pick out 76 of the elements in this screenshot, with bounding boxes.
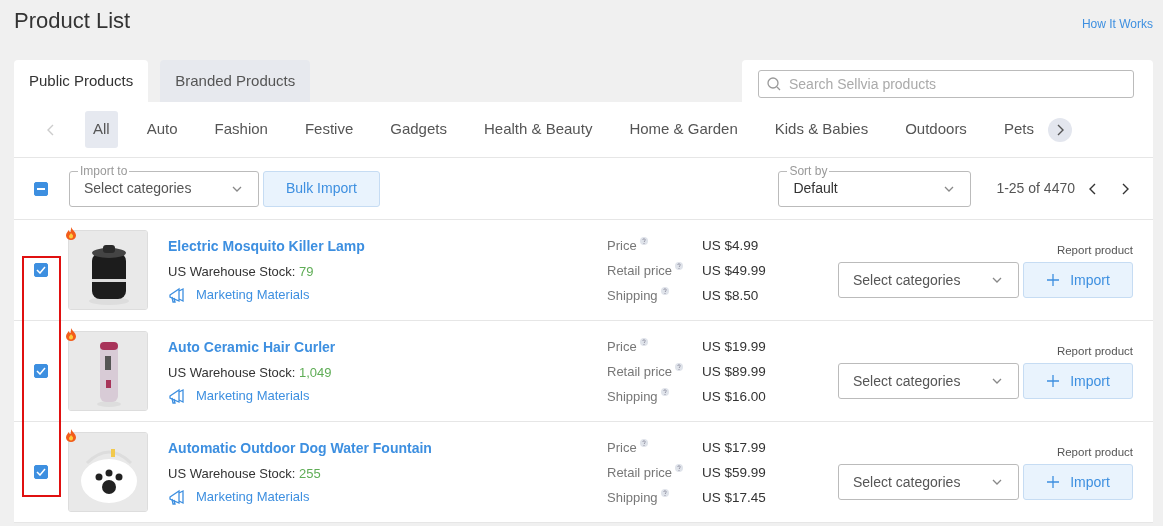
- price-label: Price: [607, 236, 637, 255]
- price-value: US $17.45: [702, 488, 766, 507]
- help-icon: [639, 439, 648, 447]
- category-tab[interactable]: Outdoors: [897, 111, 975, 148]
- category-select[interactable]: Select categories: [838, 363, 1019, 400]
- help-icon: [639, 338, 648, 346]
- stock-label: US Warehouse Stock:: [168, 465, 296, 481]
- help-icon: [675, 464, 684, 472]
- category-tab[interactable]: Pets: [995, 111, 1042, 148]
- chevron-left-icon: [1089, 182, 1097, 195]
- price-value: US $16.00: [702, 387, 766, 406]
- marketing-materials-link[interactable]: Marketing Materials: [196, 487, 310, 507]
- help-icon: [660, 388, 669, 396]
- category-tab[interactable]: Kids & Babies: [766, 111, 877, 148]
- price-value: US $17.99: [702, 438, 766, 457]
- category-tab[interactable]: Gadgets: [382, 111, 455, 148]
- help-icon: [675, 262, 684, 270]
- price-label: Shipping: [607, 488, 658, 507]
- price-label: Price: [607, 438, 637, 457]
- price-value: US $59.99: [702, 463, 766, 482]
- check-icon: [36, 468, 46, 476]
- category-tab[interactable]: Auto: [138, 111, 186, 148]
- category-tab[interactable]: Health & Beauty: [476, 111, 601, 148]
- next-button[interactable]: [1047, 117, 1072, 142]
- price-value: US $89.99: [702, 362, 766, 381]
- page-title: Product List: [14, 8, 131, 35]
- price-value: US $4.99: [702, 236, 759, 255]
- price-label: Shipping: [607, 387, 658, 406]
- minus-icon: [37, 187, 45, 190]
- help-icon: [660, 489, 669, 497]
- checkbox[interactable]: [34, 364, 48, 378]
- category-tab[interactable]: Home & Garden: [621, 111, 746, 148]
- plus-icon: [1046, 475, 1061, 490]
- chevron-left-icon: [47, 123, 55, 136]
- check-icon: [36, 367, 46, 375]
- chevron-right-icon: [1121, 182, 1129, 195]
- checkbox[interactable]: [34, 465, 48, 479]
- price-value: US $19.99: [702, 337, 766, 356]
- stock-label: US Warehouse Stock:: [168, 263, 296, 279]
- plus-icon: [1046, 273, 1061, 288]
- stock-count: 79: [299, 263, 314, 279]
- category-tab[interactable]: All: [85, 111, 118, 148]
- checkbox[interactable]: [34, 263, 48, 277]
- marketing-materials-link[interactable]: Marketing Materials: [196, 386, 310, 406]
- price-value: US $8.50: [702, 286, 759, 305]
- checkbox[interactable]: [34, 181, 48, 196]
- search-field[interactable]: Search Sellvia products: [758, 70, 1134, 98]
- price-label: Retail price: [607, 261, 673, 280]
- category-select[interactable]: Select categories: [838, 464, 1019, 501]
- page-range: 1-25 of 4470: [996, 179, 1075, 198]
- marketing-materials-link[interactable]: Marketing Materials: [196, 285, 310, 305]
- price-value: US $49.99: [702, 261, 766, 280]
- stock-count: 255: [299, 465, 321, 481]
- megaphone-icon: [168, 487, 187, 506]
- tab[interactable]: Public Products: [14, 60, 149, 102]
- price-label: Retail price: [607, 362, 673, 381]
- category-tab[interactable]: Festive: [296, 111, 362, 148]
- stock-count: 1,049: [299, 364, 332, 380]
- category-select[interactable]: Select categories: [838, 262, 1019, 299]
- check-icon: [36, 266, 46, 274]
- plus-icon: [1046, 374, 1061, 389]
- megaphone-icon: [168, 285, 187, 304]
- chevron-right-icon: [1055, 123, 1064, 136]
- report-link[interactable]: Report product: [838, 342, 1133, 361]
- help-icon: [660, 287, 669, 295]
- megaphone-icon: [168, 386, 187, 405]
- report-link[interactable]: Report product: [838, 241, 1133, 260]
- price-label: Price: [607, 337, 637, 356]
- category-tab[interactable]: Fashion: [206, 111, 276, 148]
- price-label: Shipping: [607, 286, 658, 305]
- stock-label: US Warehouse Stock:: [168, 364, 296, 380]
- help-icon: [639, 237, 648, 245]
- report-link[interactable]: Report product: [838, 443, 1133, 462]
- tab[interactable]: Branded Products: [160, 60, 311, 102]
- price-label: Retail price: [607, 463, 673, 482]
- help-icon: [675, 363, 684, 371]
